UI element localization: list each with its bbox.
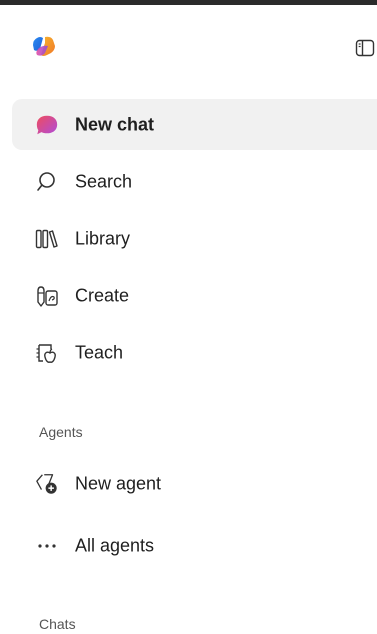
nav-label-create: Create xyxy=(75,285,130,305)
new-agent-button[interactable]: New agent xyxy=(12,458,377,509)
all-agents-button[interactable]: All agents xyxy=(12,520,377,571)
copilot-logo-icon[interactable] xyxy=(31,35,57,59)
nav-label-search: Search xyxy=(75,171,133,191)
teach-icon xyxy=(35,341,59,365)
chats-section-heading: Chats xyxy=(39,616,76,632)
nav-label-teach: Teach xyxy=(75,342,124,362)
nav-item-new-chat[interactable]: New chat xyxy=(12,99,377,150)
sidebar-toggle-icon[interactable] xyxy=(354,37,376,59)
new-agent-icon xyxy=(35,472,59,496)
nav-item-search[interactable]: Search xyxy=(12,156,377,207)
nav-label-library: Library xyxy=(75,228,131,248)
create-icon xyxy=(35,284,59,308)
search-icon xyxy=(35,170,59,194)
more-horizontal-icon xyxy=(35,534,59,558)
new-agent-label: New agent xyxy=(75,473,162,493)
agents-section-heading: Agents xyxy=(39,424,83,440)
nav-item-library[interactable]: Library xyxy=(12,213,377,264)
nav-item-create[interactable]: Create xyxy=(12,270,377,321)
window-top-border xyxy=(0,0,377,5)
new-chat-icon xyxy=(35,113,59,137)
all-agents-label: All agents xyxy=(75,535,155,555)
nav-label-new-chat: New chat xyxy=(75,114,155,134)
nav-item-teach[interactable]: Teach xyxy=(12,327,377,378)
library-icon xyxy=(35,227,59,251)
